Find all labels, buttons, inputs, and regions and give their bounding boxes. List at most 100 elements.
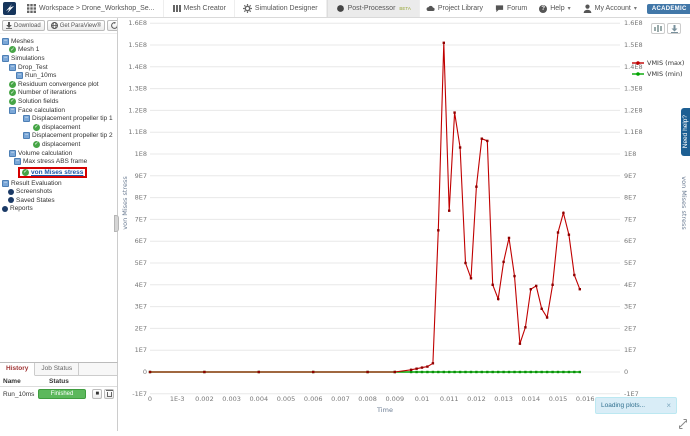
tree-item-face-calculation[interactable]: −Face calculation (9, 106, 117, 115)
x-tick-label: 0.014 (521, 395, 540, 403)
tree-item-residuum-convergence-plot[interactable]: ✓Residuum convergence plot (9, 80, 117, 89)
success-check-icon: ✓ (9, 89, 16, 96)
y-tick-label-right: 1E8 (624, 150, 636, 158)
y-tick-label-right: 0 (624, 368, 628, 376)
y-tick-label-right: 1.2E8 (624, 106, 643, 114)
tree-item-drop-test[interactable]: −Drop_Test (9, 63, 117, 72)
tree-item-solution-fields[interactable]: ✓Solution fields (9, 97, 117, 106)
tab-mesh-creator[interactable]: Mesh Creator (164, 0, 235, 17)
history-row[interactable]: Run_10msFinished■ (0, 387, 117, 401)
tree-item-result-evaluation[interactable]: −Result Evaluation (2, 179, 117, 188)
x-tick-label: 0.002 (195, 395, 214, 403)
need-help-label: Need help? (682, 115, 689, 148)
collapse-icon: − (14, 158, 21, 165)
forum-link[interactable]: Forum (489, 4, 533, 13)
legend-label[interactable]: VMIS (min) (647, 70, 683, 78)
tree-item-displacement-propeller-tip-1[interactable]: −Displacement propeller tip 1 (23, 114, 117, 123)
my-account-menu[interactable]: My Account▾ (577, 4, 643, 13)
chart-view-button[interactable] (651, 23, 665, 34)
column-status: Status (49, 378, 69, 385)
tree-item-volume-calculation[interactable]: −Volume calculation (9, 149, 117, 158)
data-point-marker (481, 371, 483, 373)
success-check-icon: ✓ (9, 46, 16, 53)
result-tree-sidebar: Download Get ParaView® −Meshes✓Mesh 1−Si… (0, 18, 118, 362)
data-point-marker (410, 371, 412, 373)
project-library-link[interactable]: Project Library (420, 4, 489, 13)
cloud-icon (426, 4, 435, 13)
data-point-marker (502, 371, 504, 373)
x-tick-label: 0.016 (576, 395, 595, 403)
y-tick-label-left: 5E7 (135, 259, 147, 267)
tree-item-screenshots[interactable]: Screenshots (8, 188, 117, 197)
delete-run-button[interactable] (104, 389, 114, 399)
tree-item-saved-states[interactable]: Saved States (8, 196, 117, 205)
data-point-marker (573, 371, 575, 373)
y-tick-label-right: 1E7 (624, 346, 636, 354)
paraview-icon (51, 22, 58, 29)
trash-icon (107, 392, 112, 397)
y-tick-label-left: 4E7 (135, 281, 147, 289)
data-point-marker (432, 371, 434, 373)
tab-label: Mesh Creator (184, 5, 226, 12)
toast-close-icon[interactable]: × (666, 401, 671, 410)
link-label: Forum (507, 5, 527, 12)
tree-item-mesh-1[interactable]: ✓Mesh 1 (9, 46, 117, 55)
tree-item-run-10ms[interactable]: −Run_10ms (16, 71, 117, 80)
data-point-marker (366, 371, 368, 373)
help-menu[interactable]: ? Help▾ (533, 5, 576, 13)
data-point-marker (453, 371, 455, 373)
tree-item-displacement-propeller-tip-2[interactable]: −Displacement propeller tip 2 (23, 132, 117, 141)
tree-item-displacement[interactable]: ✓displacement (33, 140, 117, 149)
data-point-marker (459, 371, 461, 373)
success-check-icon: ✓ (33, 124, 40, 131)
data-point-marker (410, 369, 412, 371)
y-tick-label-left: 3E7 (135, 303, 147, 311)
tree-item-reports[interactable]: Reports (2, 205, 117, 214)
collapse-icon: − (2, 55, 9, 62)
need-help-tab[interactable]: Need help? (681, 108, 690, 156)
download-button[interactable]: Download (2, 20, 45, 31)
data-point-marker (481, 138, 483, 140)
topbar-right-group: Project Library Forum ? Help▾ My Account… (420, 0, 690, 17)
sidebar-resize-handle[interactable] (114, 215, 119, 232)
fullscreen-resize-icon[interactable] (678, 419, 688, 429)
success-check-icon: ✓ (33, 141, 40, 148)
legend-label[interactable]: VMIS (max) (647, 59, 684, 67)
tab-job-status[interactable]: Job Status (35, 363, 79, 375)
y-tick-label-right: 6E7 (624, 237, 636, 245)
tree-item-von-mises-stress[interactable]: ✓von Mises stress (18, 167, 87, 178)
stop-run-button[interactable]: ■ (92, 389, 102, 399)
tree-item-number-of-iterations[interactable]: ✓Number of iterations (9, 89, 117, 98)
simscale-logo[interactable] (3, 2, 16, 15)
y-tick-label-left: -1E7 (132, 390, 147, 398)
tree-item-max-stress-abs-frame[interactable]: −Max stress ABS frame (14, 157, 117, 166)
data-point-marker (470, 371, 472, 373)
data-point-marker (530, 371, 532, 373)
tree-item-label: Solution fields (18, 98, 58, 105)
breadcrumb-workspace[interactable]: Workspace > Drone_Workshop_Se... (19, 0, 164, 17)
get-paraview-button[interactable]: Get ParaView® (47, 20, 105, 31)
tree-item-simulations[interactable]: −Simulations (2, 54, 117, 63)
tab-history[interactable]: History (0, 363, 35, 376)
history-panel: History Job Status Name Status Run_10msF… (0, 362, 118, 431)
chart-export-button[interactable] (667, 23, 681, 34)
tab-simulation-designer[interactable]: Simulation Designer (235, 0, 327, 17)
data-point-marker (557, 231, 559, 233)
data-point-marker (568, 371, 570, 373)
tree-item-label: Drop_Test (18, 64, 48, 71)
data-point-marker (541, 371, 543, 373)
legend-marker-dot (636, 61, 640, 65)
tree-item-meshes[interactable]: −Meshes (2, 37, 117, 46)
y-tick-label-left: 1.5E8 (128, 41, 147, 49)
data-point-marker (486, 371, 488, 373)
x-tick-label: 0.01 (415, 395, 429, 403)
tree-item-label: Saved States (16, 197, 55, 204)
y-tick-label-right: 1.4E8 (624, 63, 643, 71)
x-tick-label: 1E-3 (170, 395, 185, 403)
refresh-button[interactable] (107, 20, 118, 31)
history-table-header: Name Status (0, 376, 117, 387)
y-tick-label-left: 1.3E8 (128, 85, 147, 93)
tree-item-label: Volume calculation (18, 150, 72, 157)
tab-post-processor[interactable]: Post-ProcessorBETA (327, 0, 420, 17)
tree-item-displacement[interactable]: ✓displacement (33, 123, 117, 132)
